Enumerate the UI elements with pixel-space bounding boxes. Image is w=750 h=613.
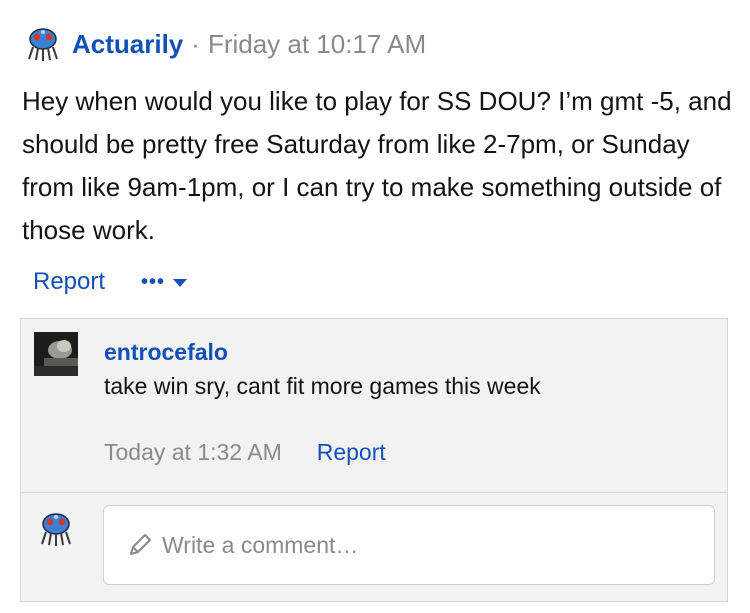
write-comment-input[interactable]: Write a comment… bbox=[103, 505, 715, 585]
post-actions: Report ••• bbox=[33, 264, 188, 300]
more-dots-icon: ••• bbox=[141, 270, 166, 293]
current-user-avatar-icon bbox=[34, 507, 78, 551]
comment-author-link[interactable]: entrocefalo bbox=[104, 339, 228, 366]
comment-author-avatar[interactable] bbox=[34, 332, 78, 376]
comment-meta: Today at 1:32 AM Report bbox=[104, 439, 386, 466]
pencil-icon bbox=[130, 534, 151, 555]
report-link[interactable]: Report bbox=[33, 268, 105, 296]
comment-report-link[interactable]: Report bbox=[317, 439, 386, 466]
author-avatar-icon[interactable] bbox=[22, 23, 64, 65]
post-body: Hey when would you like to play for SS D… bbox=[22, 86, 732, 245]
post-author-link[interactable]: Actuarily bbox=[72, 29, 183, 60]
chevron-down-icon bbox=[173, 279, 188, 287]
post-header: Actuarily · Friday at 10:17 AM bbox=[22, 22, 426, 66]
comment-timestamp[interactable]: Today at 1:32 AM bbox=[104, 439, 282, 466]
divider bbox=[21, 492, 727, 493]
header-separator: · bbox=[191, 28, 200, 59]
write-comment-placeholder: Write a comment… bbox=[162, 531, 359, 558]
more-options-button[interactable]: ••• bbox=[141, 270, 188, 294]
post-timestamp[interactable]: Friday at 10:17 AM bbox=[208, 29, 426, 60]
comment-text: take win sry, cant fit more games this w… bbox=[104, 373, 541, 399]
comments-section: entrocefalo take win sry, cant fit more … bbox=[20, 318, 728, 602]
